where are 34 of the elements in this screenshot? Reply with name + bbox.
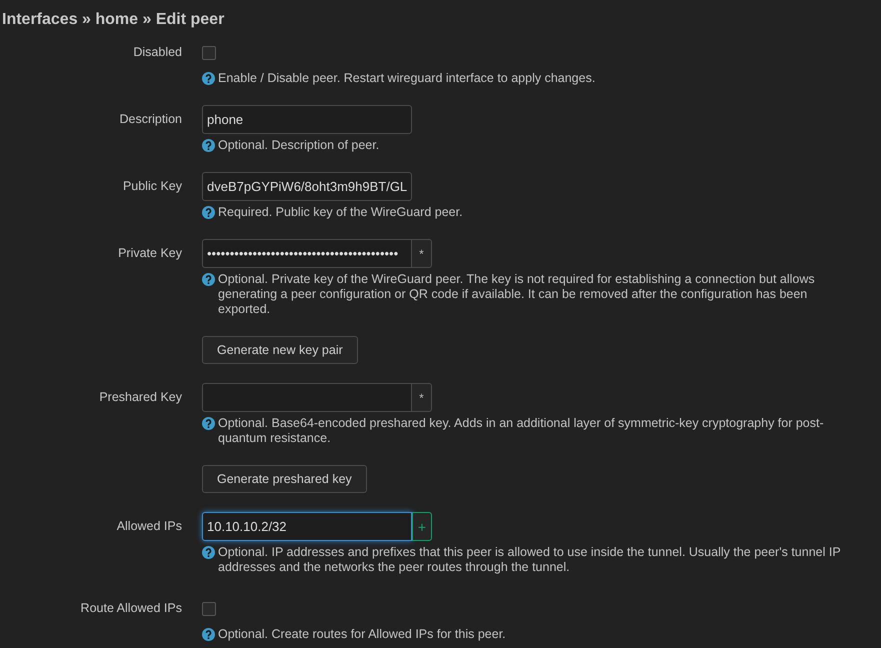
action-button[interactable]: Generate preshared key — [202, 465, 367, 493]
help-icon — [202, 417, 215, 430]
input-field[interactable] — [202, 383, 412, 412]
help-icon — [202, 273, 215, 286]
help-text: Optional. Description of peer. — [218, 138, 380, 153]
help-icon — [202, 139, 215, 152]
breadcrumb-title: Interfaces » home » Edit peer — [1, 10, 226, 30]
help-icon — [202, 546, 215, 559]
reveal-button[interactable]: * — [412, 239, 432, 268]
help-text: Optional. Create routes for Allowed IPs for this peer. — [218, 627, 506, 642]
help-text: Optional. IP addresses and prefixes that this peer is allowed to use inside the tunnel. Usually the peer's tunnel IP addresses and the networks the peer routes through the tunnel. — [218, 545, 842, 575]
input-field[interactable]: •••••••••••••••••••••••••••••••••••••••••• — [202, 239, 412, 268]
field-label: Allowed IPs — [116, 518, 182, 535]
action-button[interactable]: Generate new key pair — [202, 336, 358, 364]
field-label: Public Key — [122, 178, 182, 195]
field-label: Private Key — [117, 245, 182, 262]
input-field[interactable]: 10.10.10.2/32 — [202, 512, 412, 541]
help-text: Optional. Base64-encoded preshared key. Adds in an additional layer of symmetric-key cryptography for post-quantum resistance. — [218, 416, 825, 446]
field-label: Preshared Key — [98, 389, 182, 406]
checkbox[interactable] — [202, 46, 216, 60]
help-icon — [202, 628, 215, 641]
help-icon — [202, 206, 215, 219]
field-label: Disabled — [132, 44, 182, 61]
field-label: Route Allowed IPs — [80, 600, 182, 617]
field-label: Description — [118, 111, 182, 128]
input-field[interactable]: phone — [202, 105, 412, 134]
help-text: Optional. Private key of the WireGuard peer. The key is not required for establishing a connection but allows generating a peer configuration or QR code if available. It can be removed after the configuration has been exported. — [218, 272, 816, 317]
help-text: Required. Public key of the WireGuard peer. — [218, 205, 463, 220]
help-icon — [202, 72, 215, 85]
input-field[interactable]: dveB7pGYPiW6/8oht3m9h9BT/GL — [202, 172, 412, 201]
checkbox[interactable] — [202, 602, 216, 616]
help-text: Enable / Disable peer. Restart wireguard interface to apply changes. — [218, 71, 596, 86]
reveal-button[interactable]: * — [412, 383, 432, 412]
add-button[interactable]: + — [412, 512, 432, 541]
